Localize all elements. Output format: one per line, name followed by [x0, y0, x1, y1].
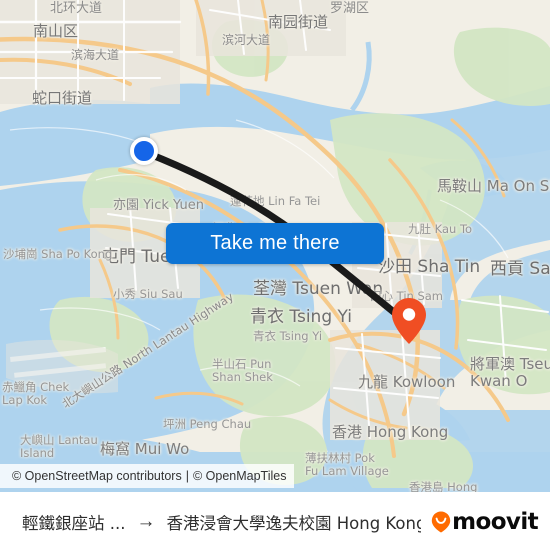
map-label: 青衣 Tsing Yi [250, 307, 353, 327]
map-label: 沙埔崗 Sha Po Kong [3, 247, 113, 261]
map-label: 香港 Hong Kong [332, 423, 449, 441]
map-viewport[interactable]: 南山区 北环大道 滨海大道 蛇口街道 滨河大道 南园街道 罗湖区 亦園 Yick Yuen 屯門… [0, 0, 550, 492]
map-label: 青衣 Tsing Yi [253, 329, 323, 343]
map-label: 北环大道 [50, 1, 103, 16]
map-label: 馬鞍山 Ma On Shan [437, 177, 550, 195]
map-label: 沙田 Sha Tin [378, 257, 481, 277]
attribution-separator: | [185, 469, 189, 483]
trip-summary: 輕鐵銀座站 ... → 香港浸會大學逸夫校園 Hong Kong ... [22, 510, 421, 534]
map-label: 南山区 [33, 22, 79, 40]
map-label: 蛇口街道 [32, 89, 93, 107]
map-label: 荃灣 Tsuen Wan [253, 279, 384, 299]
map-attribution: © OpenStreetMap contributors | © OpenMap… [0, 464, 295, 488]
map-label: 南园街道 [268, 13, 329, 31]
map-label: 坪洲 Peng Chau [163, 417, 252, 431]
map-label: 西貢 Sai Kung [490, 259, 550, 279]
map-label: 薄扶林村 Pok Fu Lam Village [305, 451, 389, 478]
origin-marker[interactable] [130, 137, 158, 165]
map-label: 蓮花地 Lin Fa Tei [230, 194, 321, 208]
trip-destination-label: 香港浸會大學逸夫校園 Hong Kong ... [166, 513, 422, 533]
map-label: 罗湖区 [330, 1, 370, 16]
map-label: 梅窩 Mui Wo [100, 440, 190, 458]
map-label: 滨海大道 [71, 48, 120, 62]
map-label: 小秀 Siu Sau [113, 287, 183, 301]
map-label: 亦園 Yick Yuen [113, 198, 204, 213]
moovit-logo[interactable]: moovit [431, 508, 539, 535]
trip-origin-label: 輕鐵銀座站 ... [22, 513, 126, 533]
map-label: 九肚 Kau To [408, 222, 473, 236]
take-me-there-button[interactable]: Take me there [166, 223, 384, 264]
map-label: 將軍澳 TseungKwan O [470, 355, 550, 390]
moovit-wordmark: moovit [452, 508, 538, 535]
map-label: 大嶼山 Lantau Island [20, 433, 98, 460]
destination-pin[interactable] [392, 298, 426, 344]
arrow-right-icon: → [136, 511, 156, 532]
attribution-tiles[interactable]: © OpenMapTiles [193, 469, 287, 483]
moovit-map-screen: 南山区 北环大道 滨海大道 蛇口街道 滨河大道 南园街道 罗湖区 亦園 Yick Yuen 屯門… [0, 0, 550, 550]
map-label: 赤鱲角 Chek Lap Kok [2, 380, 70, 407]
map-label: 九龍 Kowloon [358, 373, 456, 391]
attribution-osm[interactable]: © OpenStreetMap contributors [12, 469, 182, 483]
map-label: 半山石 Pun Shan Shek [212, 357, 273, 384]
moovit-pin-icon [431, 511, 451, 532]
map-label: 滨河大道 [222, 33, 271, 47]
map-label: 香港島 HongKong Island [409, 480, 478, 492]
map-label: 北大嶼山公路 North Lantau Highway [59, 289, 237, 411]
trip-footer: 輕鐵銀座站 ... → 香港浸會大學逸夫校園 Hong Kong ... moo… [0, 492, 550, 550]
